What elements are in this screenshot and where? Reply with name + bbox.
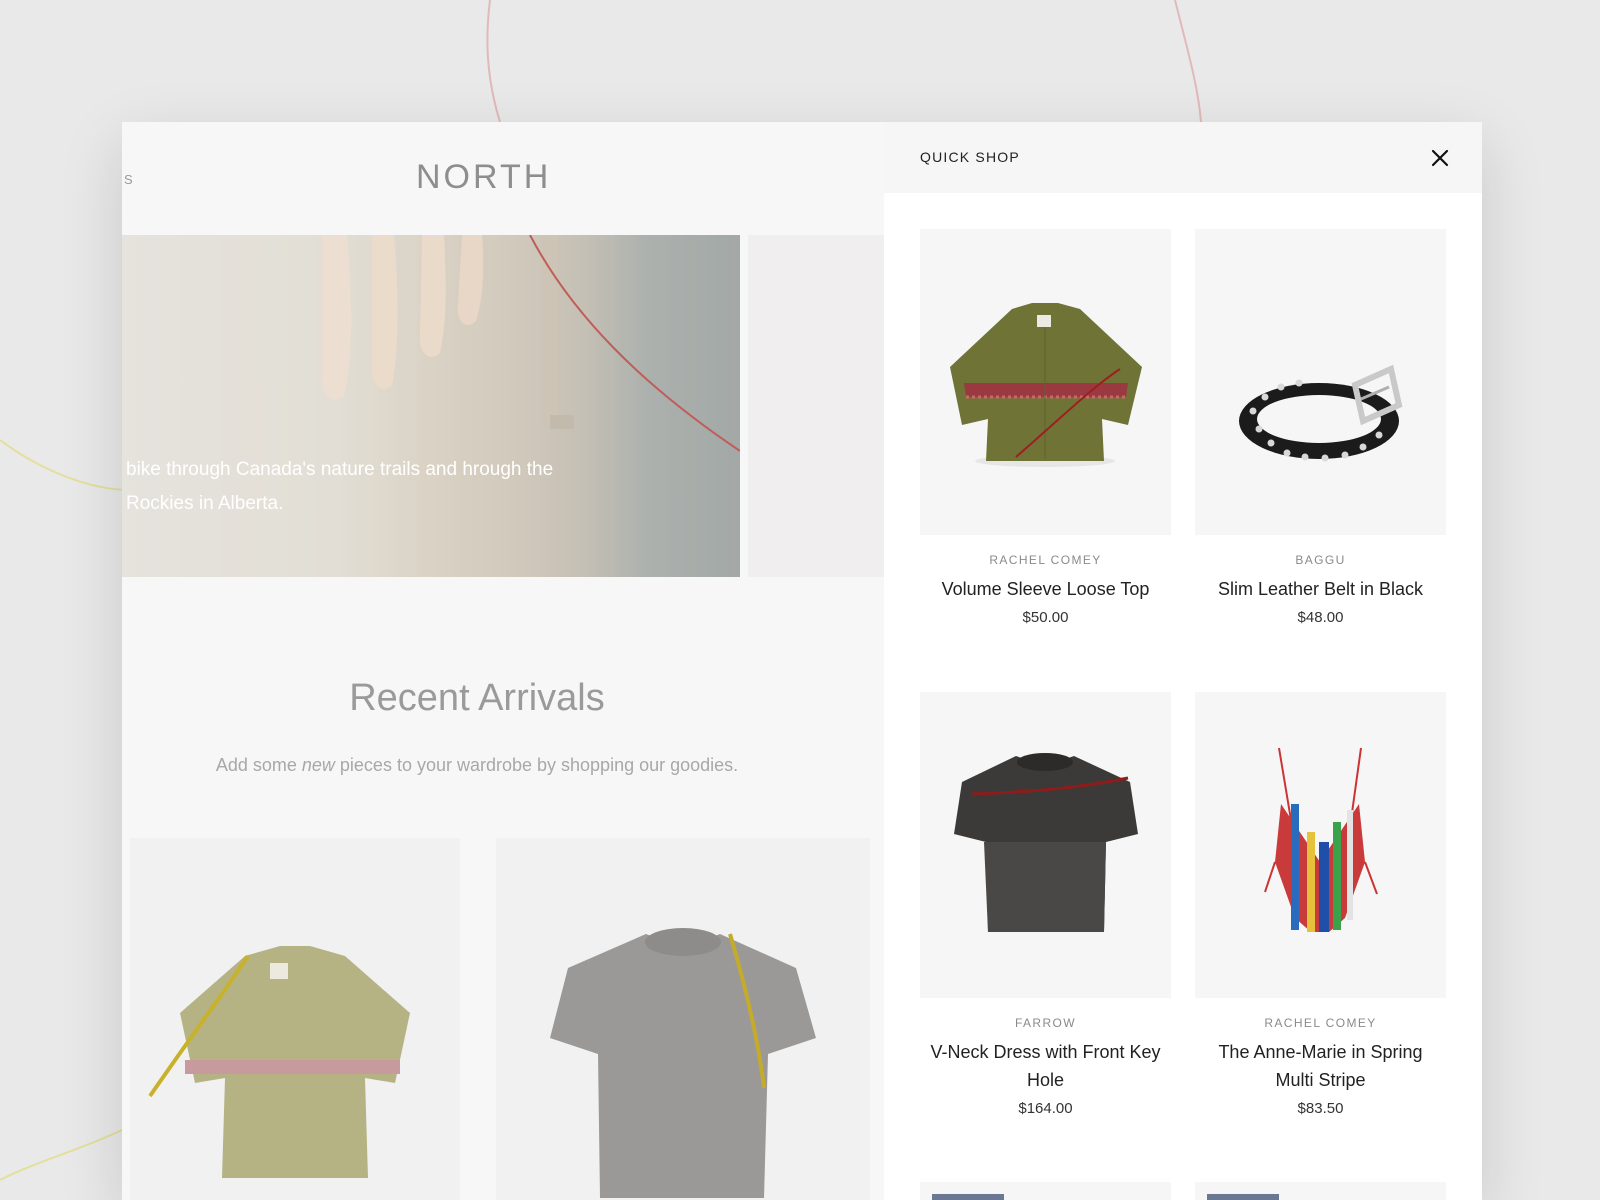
product-brand: BAGGU — [1295, 553, 1346, 567]
hero-caption: bike through Canada's nature trails and … — [126, 459, 554, 514]
product-card-partial[interactable] — [1195, 1182, 1446, 1200]
product-name[interactable]: The Anne-Marie in Spring Multi Stripe — [1195, 1038, 1446, 1094]
product-card[interactable] — [130, 838, 460, 1200]
product-card[interactable] — [496, 838, 870, 1200]
close-button[interactable] — [1426, 144, 1454, 172]
hero-overlay — [122, 235, 740, 577]
product-price: $50.00 — [1022, 609, 1069, 626]
drawer-header: QUICK SHOP — [884, 122, 1482, 193]
product-price: $83.50 — [1297, 1100, 1344, 1117]
product-image[interactable] — [920, 692, 1171, 998]
product-tag — [932, 1194, 1004, 1200]
product-card-v-neck-dress[interactable]: FARROW V-Neck Dress with Front Key Hole … — [920, 692, 1171, 1117]
hero-next-slide[interactable] — [748, 235, 884, 577]
mesh-tee-icon — [954, 753, 1138, 932]
quick-shop-drawer: QUICK SHOP RACHEL COMEY Volume Sleeve Lo… — [884, 122, 1482, 1200]
product-price: $48.00 — [1297, 609, 1344, 626]
store-page: S NORTH bike through Canada's nature tra… — [122, 122, 884, 1200]
product-card-volume-sleeve-top[interactable]: RACHEL COMEY Volume Sleeve Loose Top $50… — [920, 229, 1171, 626]
store-logo[interactable]: NORTH — [416, 158, 548, 197]
product-name[interactable]: V-Neck Dress with Front Key Hole — [920, 1038, 1171, 1094]
product-image[interactable] — [1195, 229, 1446, 535]
product-name[interactable]: Slim Leather Belt in Black — [1195, 575, 1446, 603]
close-icon — [1431, 149, 1449, 167]
striped-swimsuit-icon — [1264, 747, 1378, 932]
drawer-title: QUICK SHOP — [920, 149, 1020, 165]
store-header: S NORTH — [122, 122, 884, 235]
olive-top-icon — [950, 303, 1142, 467]
studded-belt-icon — [1239, 364, 1403, 462]
product-card-anne-marie-swimsuit[interactable]: RACHEL COMEY The Anne-Marie in Spring Mu… — [1195, 692, 1446, 1117]
product-image[interactable] — [920, 229, 1171, 535]
product-brand: RACHEL COMEY — [989, 553, 1102, 567]
section-subtitle: Add some new pieces to your wardrobe by … — [215, 755, 739, 775]
hero-banner[interactable]: bike through Canada's nature trails and … — [122, 235, 740, 577]
product-image[interactable] — [1195, 692, 1446, 998]
product-brand: FARROW — [1014, 1016, 1077, 1030]
product-price: $164.00 — [1018, 1100, 1073, 1117]
nav-link-fragment[interactable]: S — [124, 172, 134, 187]
browser-window: S NORTH bike through Canada's nature tra… — [122, 122, 1482, 1200]
product-brand: RACHEL COMEY — [1264, 1016, 1377, 1030]
olive-top-image — [148, 946, 410, 1178]
grey-mesh-tee-image — [550, 928, 816, 1198]
section-title: Recent Arrivals — [349, 677, 605, 719]
product-card-partial[interactable] — [920, 1182, 1171, 1200]
product-card-slim-leather-belt[interactable]: BAGGU Slim Leather Belt in Black $48.00 — [1195, 229, 1446, 626]
product-tag — [1207, 1194, 1279, 1200]
product-name[interactable]: Volume Sleeve Loose Top — [920, 575, 1171, 603]
